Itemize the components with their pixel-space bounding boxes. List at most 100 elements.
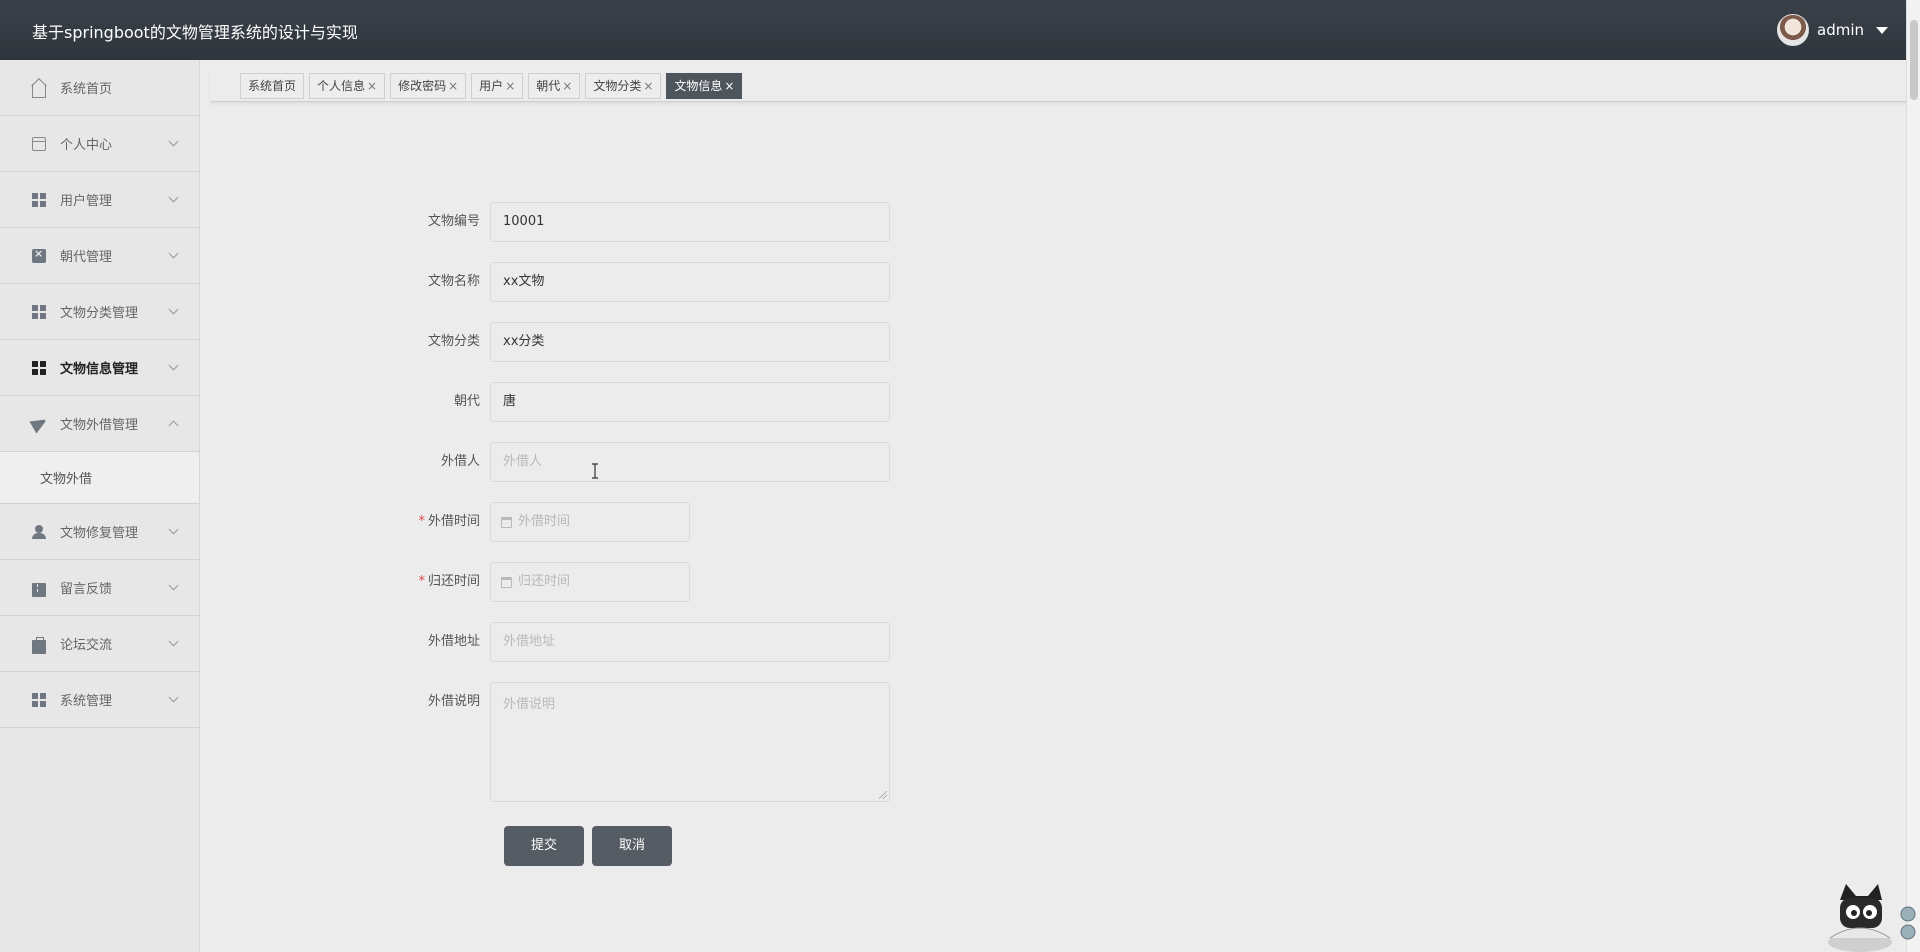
sidebar-item-system[interactable]: 系统管理 <box>0 672 199 728</box>
tab-category[interactable]: 文物分类 × <box>585 73 662 99</box>
sidebar-item-dynasty[interactable]: 朝代管理 <box>0 228 199 284</box>
grid-icon <box>32 360 46 375</box>
sidebar-item-lending[interactable]: 文物外借管理 <box>0 396 199 452</box>
sidebar-subitem-lending[interactable]: 文物外借 <box>0 452 199 504</box>
dynasty-field[interactable]: 唐 <box>490 382 890 422</box>
scrollbar[interactable] <box>1906 0 1920 952</box>
tab-dynasty[interactable]: 朝代 × <box>528 73 581 99</box>
tab-personal-info[interactable]: 个人信息 × <box>309 73 386 99</box>
close-icon[interactable]: × <box>505 74 515 98</box>
app-header: 基于springboot的文物管理系统的设计与实现 admin <box>0 0 1920 60</box>
tab-label: 用户 <box>479 79 504 93</box>
tab-home[interactable]: 系统首页 <box>240 73 305 99</box>
return-time-picker[interactable]: 归还时间 <box>490 562 690 602</box>
chevron-down-icon <box>168 636 179 647</box>
sidebar-item-label: 文物外借管理 <box>60 418 139 433</box>
note-textarea[interactable]: 外借说明 <box>490 682 890 802</box>
tab-change-password[interactable]: 修改密码 × <box>390 73 467 99</box>
sidebar-item-label: 系统管理 <box>60 694 113 709</box>
chevron-down-icon <box>168 192 179 203</box>
sidebar-item-label: 用户管理 <box>60 194 113 209</box>
submit-button[interactable]: 提交 <box>504 826 584 866</box>
field-label: * 外借时间 <box>400 502 490 542</box>
sidebar-item-label: 文物修复管理 <box>60 526 139 541</box>
sidebar-item-repair[interactable]: 文物修复管理 <box>0 504 199 560</box>
calendar-icon <box>501 576 512 588</box>
calendar-icon <box>501 516 512 528</box>
sidebar-item-label: 留言反馈 <box>60 582 113 597</box>
field-label-text: 归还时间 <box>427 574 480 589</box>
close-icon[interactable]: × <box>724 74 734 98</box>
briefcase-icon <box>32 636 46 654</box>
app-title: 基于springboot的文物管理系统的设计与实现 <box>32 23 358 42</box>
tab-label: 系统首页 <box>248 79 297 93</box>
chevron-down-icon <box>168 524 179 535</box>
avatar[interactable] <box>1777 14 1809 46</box>
relic-code-field[interactable]: 10001 <box>490 202 890 242</box>
relic-name-field[interactable]: xx文物 <box>490 262 890 302</box>
scrollbar-thumb[interactable] <box>1910 20 1918 100</box>
field-label: 外借人 <box>440 454 480 469</box>
sidebar-item-category[interactable]: 文物分类管理 <box>0 284 199 340</box>
form-row-borrower: 外借人 外借人 <box>400 442 890 482</box>
required-mark: * <box>418 574 425 589</box>
form-row-name: 文物名称 xx文物 <box>400 262 890 302</box>
sidebar-item-feedback[interactable]: 留言反馈 <box>0 560 199 616</box>
grid-icon <box>32 192 46 207</box>
tab-label: 文物信息 <box>674 79 723 93</box>
field-label: 文物名称 <box>427 274 480 289</box>
sidebar-item-users[interactable]: 用户管理 <box>0 172 199 228</box>
chevron-down-icon <box>168 136 179 147</box>
close-icon[interactable]: × <box>643 74 653 98</box>
form-row-return-time: * 归还时间 归还时间 <box>400 562 690 602</box>
sidebar-item-label: 文物分类管理 <box>60 306 139 321</box>
close-icon[interactable]: × <box>562 74 572 98</box>
textarea-placeholder: 外借说明 <box>503 697 556 712</box>
field-label: 文物编号 <box>427 214 480 229</box>
close-icon[interactable]: × <box>367 74 377 98</box>
text-cursor-icon <box>590 463 598 479</box>
field-label: 外借地址 <box>427 634 480 649</box>
form-row-dynasty: 朝代 唐 <box>400 382 890 422</box>
cancel-button[interactable]: 取消 <box>592 826 672 866</box>
grid-icon <box>32 304 46 319</box>
field-label-text: 外借时间 <box>427 514 480 529</box>
date-placeholder: 外借时间 <box>518 514 571 529</box>
sidebar-item-relic-info[interactable]: 文物信息管理 <box>0 340 199 396</box>
address-input[interactable]: 外借地址 <box>490 622 890 662</box>
user-name[interactable]: admin <box>1817 21 1864 39</box>
sidebar-item-home[interactable]: 系统首页 <box>0 60 199 116</box>
chevron-down-icon <box>168 580 179 591</box>
sidebar-item-label: 个人中心 <box>60 138 113 153</box>
sidebar: 系统首页 个人中心 用户管理 朝代管理 文物分类管理 文物信息管理 文物外借管理… <box>0 60 200 952</box>
sidebar-item-forum[interactable]: 论坛交流 <box>0 616 199 672</box>
user-menu[interactable]: admin <box>1777 14 1888 46</box>
close-icon[interactable]: × <box>448 74 458 98</box>
ticket-icon <box>32 582 46 597</box>
grid-icon <box>32 692 46 707</box>
tab-user[interactable]: 用户 × <box>471 73 524 99</box>
sidebar-item-label: 系统首页 <box>60 82 113 97</box>
field-label: * 归还时间 <box>400 562 490 602</box>
user-icon <box>32 524 46 539</box>
form-row-borrow-time: * 外借时间 外借时间 <box>400 502 690 542</box>
clipboard-icon <box>32 247 46 263</box>
chevron-down-icon <box>168 692 179 703</box>
chevron-down-icon <box>168 360 179 371</box>
mascot-icon[interactable] <box>1810 880 1920 952</box>
sidebar-item-personal[interactable]: 个人中心 <box>0 116 199 172</box>
date-placeholder: 归还时间 <box>518 574 571 589</box>
form-row-note: 外借说明 外借说明 <box>400 682 890 802</box>
tab-label: 修改密码 <box>398 79 447 93</box>
field-label: 朝代 <box>453 394 480 409</box>
resize-handle[interactable] <box>879 791 887 799</box>
required-mark: * <box>418 514 425 529</box>
relic-category-field[interactable]: xx分类 <box>490 322 890 362</box>
tab-relic-info[interactable]: 文物信息 × <box>666 73 743 99</box>
chevron-down-icon <box>168 248 179 259</box>
borrower-input[interactable]: 外借人 <box>490 442 890 482</box>
send-icon <box>29 413 49 434</box>
caret-down-icon[interactable] <box>1876 26 1888 34</box>
borrow-time-picker[interactable]: 外借时间 <box>490 502 690 542</box>
field-label: 外借说明 <box>427 694 480 709</box>
